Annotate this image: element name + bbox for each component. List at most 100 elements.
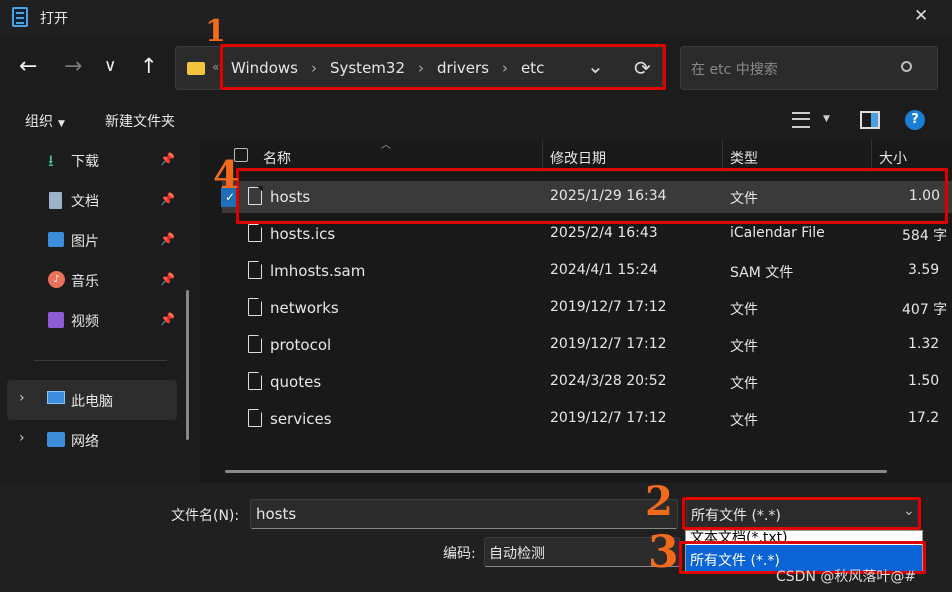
sidebar-item-network[interactable]: › 网络 (7, 430, 177, 452)
picture-icon (48, 232, 64, 247)
forward-icon[interactable]: → (64, 54, 82, 79)
organize-button[interactable]: 组织 ▼ (25, 111, 65, 131)
annotation-box-hosts (236, 168, 948, 224)
file-size: 1.32 (908, 336, 940, 352)
recent-locations-icon[interactable]: ∨ (104, 56, 116, 76)
search-box[interactable]: 在 etc 中搜索 (680, 46, 938, 90)
view-list-icon[interactable] (792, 112, 810, 128)
chevron-down-icon: ▼ (58, 119, 65, 129)
annotation-box-path (220, 44, 666, 90)
horizontal-scrollbar[interactable] (225, 470, 887, 473)
annotation-number: 1 (205, 14, 226, 49)
file-name: quotes (270, 373, 322, 391)
table-row[interactable]: protocol 2019/12/7 17:12 文件 1.32 (240, 332, 952, 358)
pin-icon: 📌 (160, 272, 175, 286)
navigation-pane: ⭳ 下载 📌 文档 📌 图片 📌 ♪ 音乐 📌 视频 📌 › 此电脑 › 网络 (0, 140, 200, 483)
file-type: 文件 (730, 302, 758, 318)
file-name: services (270, 410, 332, 428)
file-type: 文件 (730, 376, 758, 392)
watermark: CSDN @秋风落叶@# (776, 569, 917, 585)
file-date: 2025/2/4 16:43 (550, 225, 658, 241)
column-header-name[interactable]: 名称 (263, 148, 291, 168)
network-icon (47, 432, 65, 447)
file-type: iCalendar File (730, 225, 825, 241)
file-date: 2019/12/7 17:12 (550, 336, 667, 352)
sidebar-scrollbar[interactable] (186, 290, 189, 440)
help-icon[interactable]: ? (905, 110, 925, 130)
column-header-size[interactable]: 大小 (879, 148, 907, 168)
pin-icon: 📌 (160, 312, 175, 326)
sidebar-item-label: 网络 (71, 434, 99, 450)
new-folder-button[interactable]: 新建文件夹 (105, 111, 175, 131)
file-size: 3.59 (908, 262, 940, 278)
file-icon (248, 371, 263, 390)
preview-pane-icon[interactable] (860, 111, 880, 129)
pin-icon: 📌 (160, 152, 175, 166)
file-icon (248, 297, 263, 316)
file-size: 584 字 (902, 228, 948, 244)
sidebar-item-label: 音乐 (71, 274, 99, 290)
file-icon (248, 334, 263, 353)
sidebar-item-label: 下载 (71, 154, 99, 170)
sidebar-item-documents[interactable]: 文档 📌 (48, 190, 188, 212)
file-date: 2024/4/1 15:24 (550, 262, 658, 278)
file-icon (248, 223, 263, 242)
sidebar-item-label: 此电脑 (71, 394, 113, 410)
file-size: 407 字 (902, 302, 948, 318)
table-row[interactable]: hosts.ics 2025/2/4 16:43 iCalendar File … (240, 221, 952, 247)
sidebar-item-label: 图片 (71, 234, 99, 250)
sidebar-item-downloads[interactable]: ⭳ 下载 📌 (48, 150, 188, 172)
file-size: 1.50 (908, 373, 940, 389)
pin-icon: 📌 (160, 232, 175, 246)
sidebar-item-label: 文档 (71, 194, 99, 210)
back-icon[interactable]: ← (19, 54, 37, 79)
document-icon (49, 192, 62, 209)
annotation-box-filter (682, 497, 921, 530)
filename-value: hosts (256, 505, 297, 523)
filename-input[interactable]: hosts (250, 499, 678, 529)
file-date: 2019/12/7 17:12 (550, 410, 667, 426)
up-icon[interactable]: ↑ (140, 54, 158, 78)
toolbar: 组织 ▼ 新建文件夹 ▼ ? (0, 100, 952, 140)
download-icon: ⭳ (48, 151, 54, 170)
encoding-value: 自动检测 (489, 546, 545, 562)
table-row[interactable]: networks 2019/12/7 17:12 文件 407 字 (240, 295, 952, 321)
close-icon[interactable]: ✕ (914, 6, 928, 26)
chevron-right-icon: › (19, 430, 25, 446)
music-icon: ♪ (48, 271, 65, 288)
file-date: 2019/12/7 17:12 (550, 299, 667, 315)
sidebar-item-videos[interactable]: 视频 📌 (48, 310, 188, 332)
search-icon (901, 61, 912, 72)
column-header-date[interactable]: 修改日期 (550, 148, 606, 168)
file-name: networks (270, 299, 339, 317)
file-date: 2024/3/28 20:52 (550, 373, 667, 389)
sidebar-item-pictures[interactable]: 图片 📌 (48, 230, 188, 252)
table-row[interactable]: quotes 2024/3/28 20:52 文件 1.50 (240, 369, 952, 395)
path-overflow[interactable]: « (212, 60, 219, 74)
title-bar: 打开 ✕ (0, 0, 952, 36)
column-header-type[interactable]: 类型 (730, 148, 758, 168)
organize-label: 组织 (25, 114, 53, 130)
file-name: protocol (270, 336, 332, 354)
filename-label: 文件名(N): (171, 508, 240, 524)
pin-icon: 📌 (160, 192, 175, 206)
search-input[interactable]: 在 etc 中搜索 (691, 59, 778, 79)
sidebar-item-this-pc[interactable]: › 此电脑 (7, 380, 177, 420)
sidebar-divider (34, 360, 167, 361)
annotation-number: 2 (645, 478, 673, 525)
table-row[interactable]: lmhosts.sam 2024/4/1 15:24 SAM 文件 3.59 (240, 258, 952, 284)
sidebar-item-music[interactable]: ♪ 音乐 📌 (48, 270, 188, 292)
annotation-number: 3 (648, 527, 679, 578)
file-size: 17.2 (908, 410, 940, 426)
folder-icon (187, 62, 205, 75)
video-icon (48, 312, 64, 328)
file-icon (248, 260, 263, 279)
view-options-chevron-icon[interactable]: ▼ (823, 114, 830, 124)
table-row[interactable]: services 2019/12/7 17:12 文件 17.2 (240, 406, 952, 432)
file-type: 文件 (730, 413, 758, 429)
notepad-icon (12, 7, 28, 27)
file-type: SAM 文件 (730, 265, 794, 281)
sort-arrow-icon: ︿ (381, 140, 391, 151)
file-type: 文件 (730, 339, 758, 355)
chevron-right-icon: › (19, 390, 25, 406)
